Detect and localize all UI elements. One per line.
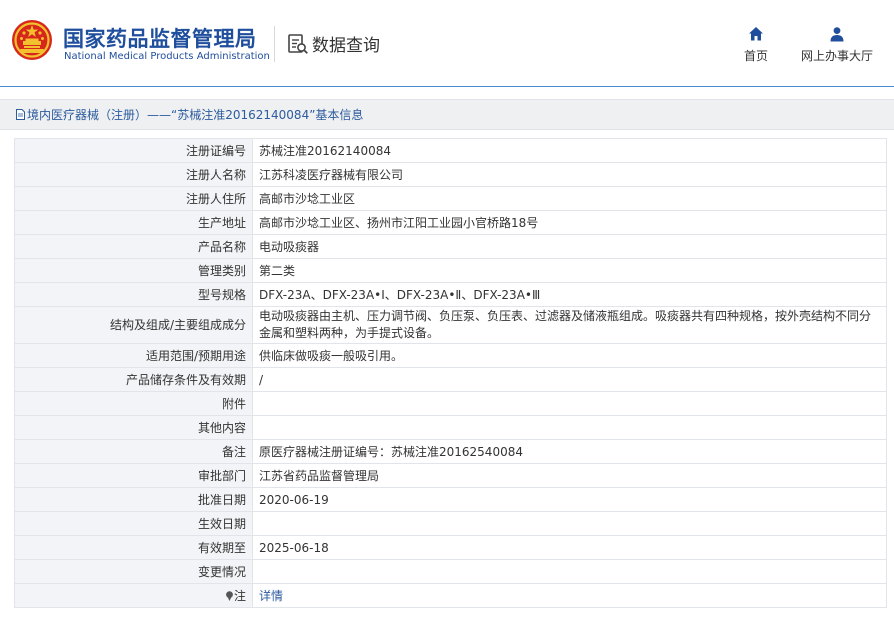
home-icon	[749, 27, 763, 41]
field-value: 第二类	[252, 258, 887, 283]
field-label: 型号规格	[14, 282, 253, 307]
details-link[interactable]: 详情	[259, 589, 283, 603]
field-label: 备注	[14, 439, 253, 464]
table-row: 注册人名称 江苏科凌医疗器械有限公司	[14, 162, 887, 187]
field-label: 注册人名称	[14, 162, 253, 187]
database-search-icon	[288, 33, 308, 54]
nav-online-service-hall[interactable]: 网上办事大厅	[796, 26, 878, 64]
national-emblem-icon	[12, 20, 52, 60]
table-row: 型号规格 DFX-23A、DFX-23A•Ⅰ、DFX-23A•Ⅱ、DFX-23A…	[14, 282, 887, 307]
table-row: 其他内容	[14, 415, 887, 440]
field-value: 电动吸痰器由主机、压力调节阀、负压泵、负压表、过滤器及储液瓶组成。吸痰器共有四种…	[252, 306, 887, 344]
field-label: 产品储存条件及有效期	[14, 367, 253, 392]
header-divider	[274, 26, 275, 62]
table-row: 结构及组成/主要组成成分 电动吸痰器由主机、压力调节阀、负压泵、负压表、过滤器及…	[14, 306, 887, 344]
nav-online-service-hall-label: 网上办事大厅	[800, 49, 873, 63]
field-value: 2020-06-19	[252, 487, 887, 512]
table-row: 生产地址 高邮市沙埝工业区、扬州市江阳工业园小官桥路18号	[14, 210, 887, 235]
field-value	[252, 511, 887, 536]
field-label: 生效日期	[14, 511, 253, 536]
field-label-text: 注	[233, 589, 246, 603]
field-value: 电动吸痰器	[252, 234, 887, 259]
field-label-note: 注	[14, 583, 253, 608]
field-value	[252, 415, 887, 440]
pin-icon	[226, 591, 233, 601]
field-label: 批准日期	[14, 487, 253, 512]
table-row: 附件	[14, 391, 887, 416]
field-value: 江苏省药品监督管理局	[252, 463, 887, 488]
site-title: 国家药品监督管理局	[63, 27, 257, 51]
table-row: 产品储存条件及有效期 /	[14, 367, 887, 392]
data-query-label: 数据查询	[312, 36, 380, 56]
field-value	[252, 391, 887, 416]
table-row: 备注 原医疗器械注册证编号：苏械注准20162540084	[14, 439, 887, 464]
field-value	[252, 559, 887, 584]
breadcrumb-title: 境内医疗器械（注册）——“苏械注准20162140084”基本信息	[27, 108, 364, 122]
field-value: 2025-06-18	[252, 535, 887, 560]
table-row: 注 详情	[14, 583, 887, 608]
table-row: 管理类别 第二类	[14, 258, 887, 283]
field-label: 审批部门	[14, 463, 253, 488]
data-query-link[interactable]: 数据查询	[287, 31, 380, 56]
field-label: 注册证编号	[14, 138, 253, 163]
breadcrumb: 境内医疗器械（注册）——“苏械注准20162140084”基本信息	[0, 99, 894, 130]
field-label: 管理类别	[14, 258, 253, 283]
nav-home-label: 首页	[743, 49, 768, 63]
field-value: 详情	[252, 583, 887, 608]
user-icon	[830, 27, 844, 42]
field-label: 注册人住所	[14, 186, 253, 211]
field-value: DFX-23A、DFX-23A•Ⅰ、DFX-23A•Ⅱ、DFX-23A•Ⅲ	[252, 282, 887, 307]
field-label: 其他内容	[14, 415, 253, 440]
field-label: 产品名称	[14, 234, 253, 259]
field-value: 高邮市沙埝工业区	[252, 186, 887, 211]
table-row: 审批部门 江苏省药品监督管理局	[14, 463, 887, 488]
field-label: 生产地址	[14, 210, 253, 235]
nav-home[interactable]: 首页	[736, 26, 776, 64]
field-value: 原医疗器械注册证编号：苏械注准20162540084	[252, 439, 887, 464]
table-row: 注册人住所 高邮市沙埝工业区	[14, 186, 887, 211]
table-row: 变更情况	[14, 559, 887, 584]
table-row: 生效日期	[14, 511, 887, 536]
site-title-english: National Medical Products Administration	[64, 51, 270, 62]
table-row: 适用范围/预期用途 供临床做吸痰一般吸引用。	[14, 343, 887, 368]
table-row: 有效期至 2025-06-18	[14, 535, 887, 560]
field-label: 适用范围/预期用途	[14, 343, 253, 368]
field-value: 江苏科凌医疗器械有限公司	[252, 162, 887, 187]
field-value: 供临床做吸痰一般吸引用。	[252, 343, 887, 368]
document-icon	[16, 109, 25, 120]
field-value: /	[252, 367, 887, 392]
field-value: 苏械注准20162140084	[252, 138, 887, 163]
site-header: 国家药品监督管理局 National Medical Products Admi…	[0, 0, 894, 87]
table-row: 批准日期 2020-06-19	[14, 487, 887, 512]
field-label: 附件	[14, 391, 253, 416]
field-label: 有效期至	[14, 535, 253, 560]
table-row: 注册证编号 苏械注准20162140084	[14, 138, 887, 163]
field-value: 高邮市沙埝工业区、扬州市江阳工业园小官桥路18号	[252, 210, 887, 235]
table-row: 产品名称 电动吸痰器	[14, 234, 887, 259]
registration-info-table: 注册证编号 苏械注准20162140084 注册人名称 江苏科凌医疗器械有限公司…	[14, 138, 887, 608]
field-label: 变更情况	[14, 559, 253, 584]
field-label: 结构及组成/主要组成成分	[14, 306, 253, 344]
